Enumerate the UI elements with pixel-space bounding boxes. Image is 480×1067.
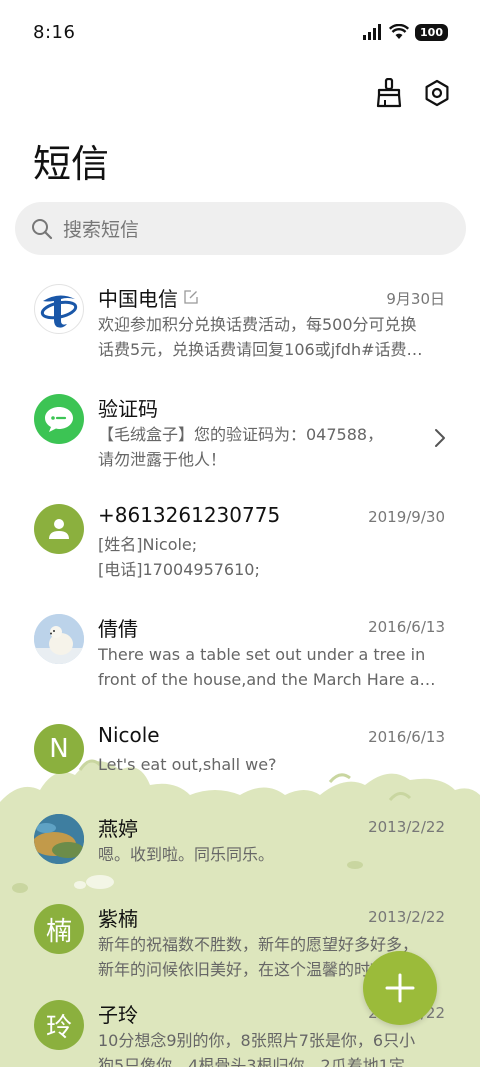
avatar: 玲 — [34, 1000, 84, 1050]
avatar — [34, 814, 84, 864]
settings-button[interactable] — [422, 78, 452, 108]
settings-icon — [425, 79, 449, 107]
clean-button[interactable] — [374, 78, 404, 108]
signal-icon — [363, 24, 382, 40]
plus-icon — [385, 973, 415, 1003]
message-date: 9月30日 — [386, 290, 445, 308]
avatar — [34, 504, 84, 554]
avatar-letter: N — [49, 734, 69, 764]
message-preview: 欢迎参加积分兑换话费活动，每500分可兑换 话费5元，兑换话费请回复106或jf… — [98, 315, 423, 359]
polar-bear-photo — [34, 614, 84, 664]
contact-name: 倩倩 — [98, 617, 138, 641]
contact-name: 子玲 — [98, 1003, 138, 1027]
avatar-letter: 楠 — [45, 916, 72, 947]
message-preview: Let's eat out,shall we? — [98, 755, 277, 774]
avatar — [34, 614, 84, 664]
message-preview: There was a table set out under a tree i… — [98, 645, 443, 689]
avatar: 楠 — [34, 904, 84, 954]
avatar — [34, 284, 84, 334]
status-icons: 100 — [363, 23, 448, 41]
china-telecom-logo — [40, 295, 78, 328]
message-date: 2013/2/22 — [368, 818, 445, 836]
contact-name: 燕婷 — [98, 817, 138, 841]
battery-indicator: 100 — [415, 23, 448, 41]
message-bubble-icon — [45, 407, 73, 432]
contact-name: +8613261230775 — [98, 503, 281, 527]
chevron-right-icon[interactable] — [434, 428, 446, 448]
avatar: N — [34, 724, 84, 774]
contact-name: Nicole — [98, 723, 160, 747]
person-icon — [49, 519, 69, 539]
top-actions — [374, 78, 452, 108]
message-preview: 【毛绒盒子】您的验证码为：047588， 请勿泄露于他人！ — [98, 425, 384, 469]
search-icon — [32, 218, 53, 239]
status-time: 8:16 — [33, 21, 76, 43]
contact-name: 中国电信 — [98, 287, 178, 311]
message-date: 2016/6/13 — [368, 728, 445, 746]
contact-name: 验证码 — [98, 397, 158, 421]
search-placeholder: 搜索短信 — [63, 219, 140, 241]
contact-name: 紫楠 — [98, 907, 138, 931]
message-date: 2019/9/30 — [368, 508, 445, 526]
status-bar: 8:16 100 — [0, 0, 480, 64]
landscape-photo — [34, 814, 84, 864]
wifi-icon — [389, 24, 410, 39]
conversation-item[interactable]: 验证码 【毛绒盒子】您的验证码为：047588， 请勿泄露于他人！ — [0, 380, 480, 490]
page-title: 短信 — [33, 142, 110, 186]
edit-icon — [184, 290, 198, 304]
avatar — [34, 394, 84, 444]
message-date: 2013/2/22 — [368, 908, 445, 926]
message-date: 2016/6/13 — [368, 618, 445, 636]
message-preview: 10分想念9别的你，8张照片7张是你，6只小 狗5只像你，4根骨头3根归你，2爪… — [98, 1031, 421, 1067]
conversation-item[interactable]: +8613261230775 2019/9/30 [姓名]Nicole; [电话… — [0, 490, 480, 600]
message-preview: 嗯。收到啦。同乐同乐。 — [98, 845, 275, 864]
conversation-item[interactable]: 中国电信 9月30日 欢迎参加积分兑换话费活动，每500分可兑换 话费5元，兑换… — [0, 270, 480, 380]
search-input[interactable]: 搜索短信 — [15, 202, 466, 255]
broom-icon — [376, 78, 402, 108]
conversation-item[interactable]: 倩倩 2016/6/13 There was a table set out u… — [0, 600, 480, 710]
avatar-letter: 玲 — [45, 1012, 72, 1043]
message-preview: [姓名]Nicole; [电话]17004957610; — [98, 535, 260, 579]
new-message-button[interactable] — [363, 951, 437, 1025]
